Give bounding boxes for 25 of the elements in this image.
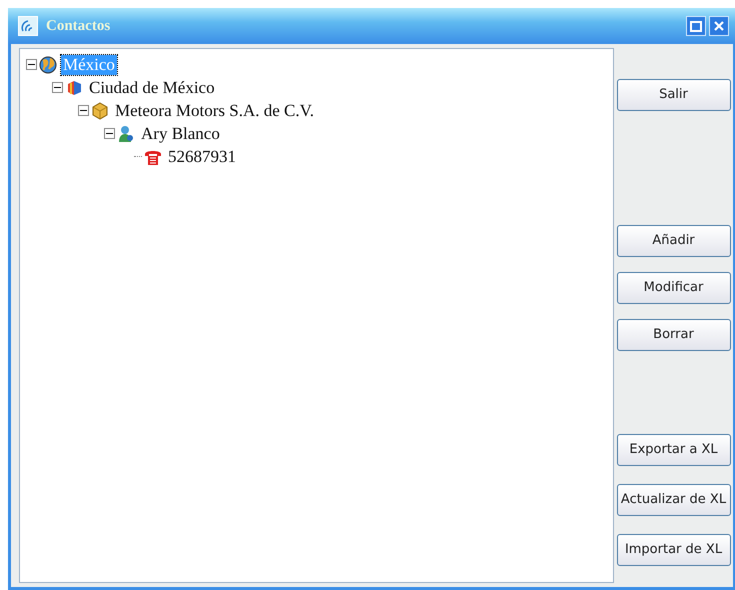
close-button[interactable] [709,16,729,36]
action-button[interactable]: Importar de XL [616,534,730,566]
person-icon [117,124,135,142]
action-button[interactable]: Exportar a XL [616,434,730,466]
tree-item[interactable]: Ciudad de México [87,78,217,98]
app-icon [18,16,38,36]
flag-icon [65,78,83,96]
maximize-button[interactable] [686,16,706,36]
cube-icon [91,102,109,120]
action-button[interactable]: Actualizar de XL [616,484,730,516]
tree-item[interactable]: 52687931 [166,146,238,166]
action-button[interactable]: Borrar [616,319,730,351]
action-button[interactable]: Salir [616,79,730,111]
collapse-toggle[interactable] [104,128,115,139]
collapse-toggle[interactable] [78,105,89,116]
tree-item[interactable]: Meteora Motors S.A. de C.V. [113,100,316,120]
action-button[interactable]: Modificar [616,272,730,304]
tree-item[interactable]: Ary Blanco [139,124,222,144]
globe-icon [39,56,57,74]
maximize-icon [690,20,702,32]
window-title: Contactos [46,16,110,36]
collapse-toggle[interactable] [26,59,37,70]
collapse-toggle[interactable] [52,82,63,93]
close-icon [713,20,725,32]
action-button[interactable]: Añadir [616,225,730,257]
